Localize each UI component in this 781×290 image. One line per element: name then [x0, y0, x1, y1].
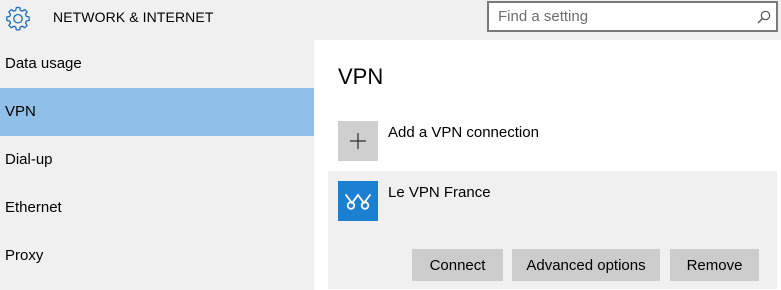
- page-title: VPN: [338, 64, 384, 89]
- gear-icon: [6, 6, 30, 31]
- sidebar-item-ethernet[interactable]: Ethernet: [0, 184, 314, 232]
- search-input[interactable]: [489, 3, 749, 30]
- vpn-tile: [338, 181, 378, 221]
- main-content: VPN Add a VPN connection Le VPN France C…: [314, 40, 781, 290]
- search-box[interactable]: [487, 1, 778, 32]
- add-vpn-connection-label: Add a VPN connection: [388, 124, 539, 141]
- sidebar-item-vpn[interactable]: VPN: [0, 88, 314, 136]
- plus-icon: [350, 133, 366, 149]
- remove-button[interactable]: Remove: [670, 249, 759, 281]
- sidebar-item-proxy[interactable]: Proxy: [0, 232, 314, 280]
- vpn-connection-item[interactable]: Le VPN France Connect Advanced options R…: [328, 171, 777, 289]
- vpn-connection-name: Le VPN France: [388, 184, 491, 201]
- title-bar: NETWORK & INTERNET: [0, 0, 781, 40]
- connect-button[interactable]: Connect: [412, 249, 503, 281]
- vpn-logo-icon: [345, 193, 371, 210]
- search-icon[interactable]: [756, 9, 772, 25]
- add-tile: [338, 121, 378, 161]
- add-vpn-connection-button[interactable]: Add a VPN connection: [338, 121, 638, 161]
- sidebar-item-dial-up[interactable]: Dial-up: [0, 136, 314, 184]
- sidebar-item-data-usage[interactable]: Data usage: [0, 40, 314, 88]
- advanced-options-button[interactable]: Advanced options: [512, 249, 660, 281]
- sidebar: Data usage VPN Dial-up Ethernet Proxy: [0, 40, 314, 290]
- app-title: NETWORK & INTERNET: [53, 9, 214, 25]
